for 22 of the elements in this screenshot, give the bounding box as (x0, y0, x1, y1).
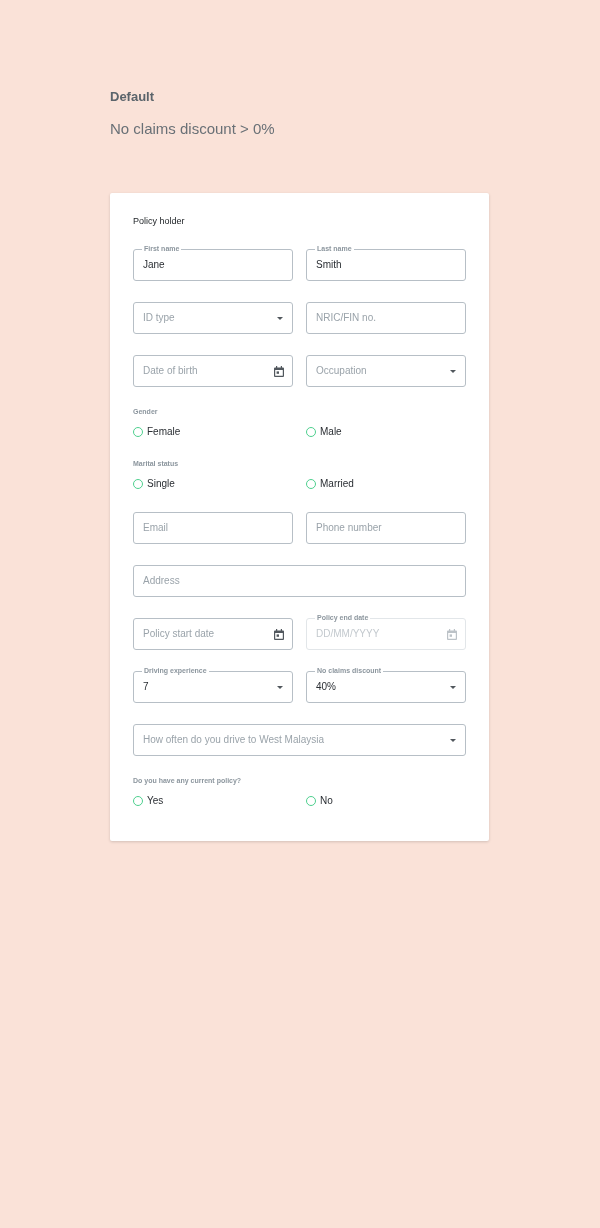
radio-button[interactable] (306, 479, 316, 489)
caret-icon (277, 685, 283, 689)
caret-icon (450, 369, 456, 373)
radio-label[interactable]: Married (320, 477, 354, 491)
section-title: Policy holder (133, 215, 185, 227)
radio-label[interactable]: Female (147, 425, 181, 439)
radio-label[interactable]: Male (320, 425, 342, 439)
calendar-icon[interactable] (274, 365, 284, 377)
page-title: Default (110, 89, 155, 105)
caret-icon (450, 738, 456, 742)
page-subtitle: No claims discount > 0% (110, 120, 275, 138)
radio-label[interactable]: Yes (147, 794, 164, 808)
radio-label[interactable]: Single (147, 477, 175, 491)
radio-button[interactable] (306, 796, 316, 806)
radio-button[interactable] (133, 479, 143, 489)
caret-icon (450, 685, 456, 689)
caret-icon (277, 316, 283, 320)
radio-button[interactable] (306, 427, 316, 437)
radio-button[interactable] (133, 427, 143, 437)
calendar-icon[interactable] (274, 628, 284, 640)
radio-button[interactable] (133, 796, 143, 806)
radio-label[interactable]: No (320, 794, 333, 808)
